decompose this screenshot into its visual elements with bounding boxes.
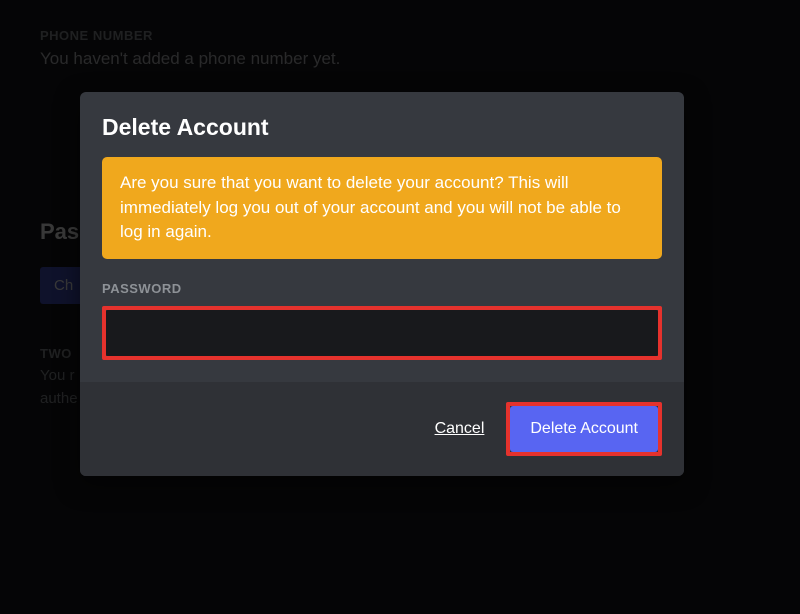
warning-message: Are you sure that you want to delete you… <box>102 157 662 259</box>
modal-title: Delete Account <box>102 114 662 141</box>
password-input-highlight <box>102 306 662 360</box>
modal-footer: Cancel Delete Account <box>80 382 684 476</box>
modal-header: Delete Account <box>80 92 684 157</box>
password-input[interactable] <box>106 310 658 356</box>
modal-body: Are you sure that you want to delete you… <box>80 157 684 382</box>
delete-account-button[interactable]: Delete Account <box>510 406 658 452</box>
password-field-label: PASSWORD <box>102 281 662 296</box>
delete-button-highlight: Delete Account <box>506 402 662 456</box>
cancel-button[interactable]: Cancel <box>435 420 485 438</box>
delete-account-modal: Delete Account Are you sure that you wan… <box>80 92 684 476</box>
